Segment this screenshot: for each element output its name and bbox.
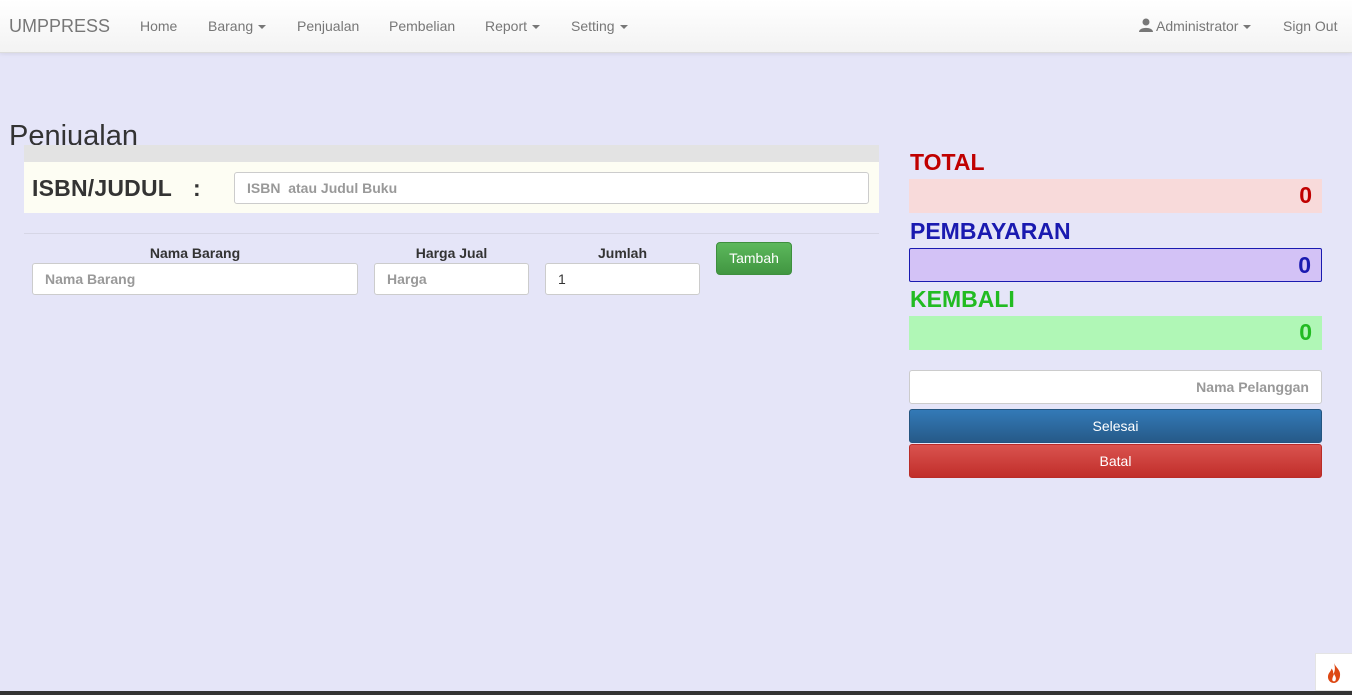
caret-down-icon [258, 25, 267, 30]
window-bottom-edge [0, 691, 1352, 695]
nama-barang-label: Nama Barang [149, 245, 241, 261]
batal-button[interactable]: Batal [909, 444, 1322, 478]
caret-down-icon [532, 25, 541, 30]
isbn-colon: : [193, 175, 201, 201]
isbn-search-panel: ISBN/JUDUL : [24, 145, 879, 213]
nav-pembelian[interactable]: Pembelian [389, 18, 455, 34]
total-value: 0 [909, 179, 1322, 213]
isbn-label: ISBN/JUDUL [32, 175, 173, 201]
kembali-label: KEMBALI [910, 286, 1015, 312]
brand-logo[interactable]: UMPPRESS [9, 16, 110, 37]
jumlah-label: Jumlah [597, 245, 647, 261]
pembayaran-input[interactable]: 0 [909, 248, 1322, 282]
nav-setting[interactable]: Setting [571, 18, 628, 34]
jumlah-input[interactable] [545, 263, 700, 295]
user-icon [1139, 18, 1153, 32]
isbn-search-input[interactable] [234, 172, 869, 204]
tambah-button[interactable]: Tambah [716, 242, 792, 275]
nav-barang[interactable]: Barang [208, 18, 267, 34]
caret-down-icon [1243, 25, 1252, 30]
nama-pelanggan-input[interactable] [909, 370, 1322, 404]
nav-report[interactable]: Report [485, 18, 541, 34]
flame-icon [1327, 663, 1341, 683]
nav-report-label: Report [485, 18, 528, 34]
nama-barang-input[interactable] [32, 263, 358, 295]
nav-barang-label: Barang [208, 18, 254, 34]
kembali-value: 0 [909, 316, 1322, 350]
top-navbar: UMPPRESS Home Barang Penjualan Pembelian… [0, 0, 1352, 53]
signout-link[interactable]: Sign Out [1283, 18, 1337, 34]
caret-down-icon [619, 25, 628, 30]
selesai-button[interactable]: Selesai [909, 409, 1322, 443]
pembayaran-label: PEMBAYARAN [910, 218, 1071, 244]
total-label: TOTAL [910, 149, 985, 175]
nav-setting-label: Setting [571, 18, 615, 34]
user-menu[interactable]: Administrator [1139, 18, 1252, 34]
section-divider [24, 233, 879, 234]
harga-jual-label: Harga Jual [415, 245, 488, 261]
nav-penjualan[interactable]: Penjualan [297, 18, 359, 34]
user-name: Administrator [1156, 18, 1239, 34]
panel-header-strip [24, 145, 879, 162]
profiler-toggle[interactable] [1315, 653, 1352, 691]
harga-input[interactable] [374, 263, 529, 295]
nav-home[interactable]: Home [140, 18, 177, 34]
